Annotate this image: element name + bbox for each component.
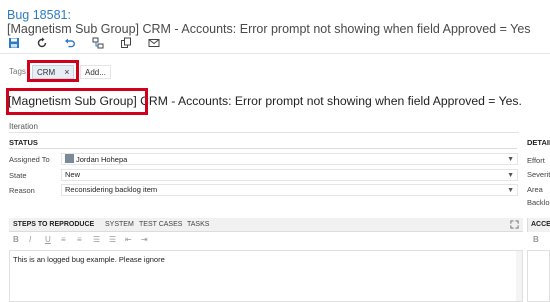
- underline-button[interactable]: U: [45, 235, 51, 244]
- email-button[interactable]: [146, 35, 162, 51]
- reason-label: Reason: [9, 186, 35, 195]
- email-icon: [148, 39, 160, 47]
- scrollbar[interactable]: [516, 251, 522, 301]
- formatting-toolbar: B I U ≡ ≡ ☰ ☰ ⇤ ⇥: [9, 235, 523, 247]
- state-value: New: [65, 170, 81, 179]
- bold-button[interactable]: B: [13, 235, 19, 244]
- state-field[interactable]: New ▼: [61, 169, 518, 181]
- bullet-list-button[interactable]: ≡: [61, 235, 66, 244]
- state-label: State: [9, 171, 27, 180]
- details-header: DETAIL: [527, 138, 550, 147]
- italic-button[interactable]: I: [29, 235, 31, 244]
- tags-label: Tags: [9, 67, 26, 76]
- area-label: Area: [527, 185, 543, 194]
- state-row: State New ▼: [9, 169, 521, 181]
- tab-acceptance-criteria[interactable]: ACCEP: [527, 218, 550, 232]
- acceptance-editor[interactable]: [527, 250, 550, 302]
- backlog-label: Backlo: [527, 198, 550, 207]
- link-work-item-button[interactable]: [90, 35, 106, 51]
- reason-value: Reconsidering backlog item: [65, 185, 158, 194]
- tab-tasks[interactable]: TASKS: [187, 221, 209, 228]
- chevron-down-icon[interactable]: ▼: [507, 155, 514, 165]
- work-item-title-bar: Bug 18581: [Magnetism Sub Group] CRM - A…: [0, 0, 550, 36]
- steps-editor[interactable]: This is an logged bug example. Please ig…: [9, 250, 523, 302]
- expand-icon[interactable]: [510, 220, 519, 229]
- steps-content: This is an logged bug example. Please ig…: [13, 255, 165, 264]
- effort-label: Effort: [527, 156, 545, 165]
- assigned-to-label: Assigned To: [9, 155, 50, 164]
- undo-icon: [65, 38, 75, 48]
- add-tag-button[interactable]: Add...: [80, 65, 111, 79]
- status-header: STATUS: [9, 138, 38, 147]
- reason-field[interactable]: Reconsidering backlog item ▼: [61, 184, 518, 196]
- tab-steps-to-reproduce[interactable]: STEPS TO REPRODUCE: [13, 221, 94, 228]
- assigned-to-field[interactable]: Jordan Hohepa ▼: [61, 153, 518, 165]
- title-highlight-box: [6, 88, 148, 115]
- tab-system[interactable]: SYSTEM: [105, 221, 134, 228]
- toolbar: [0, 32, 550, 54]
- iteration-label: Iteration: [9, 122, 38, 131]
- steps-tab-bar: STEPS TO REPRODUCE SYSTEM TEST CASES TAS…: [9, 218, 523, 232]
- acceptance-bold-button[interactable]: B: [533, 235, 539, 244]
- iteration-field[interactable]: [9, 132, 519, 133]
- bug-id: Bug 18581:: [7, 8, 71, 22]
- status-divider: [9, 148, 517, 149]
- reason-row: Reason Reconsidering backlog item ▼: [9, 184, 521, 196]
- chevron-down-icon[interactable]: ▼: [507, 171, 514, 181]
- align-button[interactable]: ☰: [93, 235, 100, 244]
- save-button[interactable]: [6, 35, 22, 51]
- justify-button[interactable]: ☰: [109, 235, 116, 244]
- link-icon: [92, 37, 104, 49]
- save-icon: [9, 38, 19, 48]
- refresh-button[interactable]: [34, 35, 50, 51]
- tag-highlight-box: [27, 60, 79, 82]
- tags-row: Tags CRM × Add...: [0, 62, 550, 82]
- copy-icon: [121, 37, 131, 48]
- severity-label: Severit: [527, 170, 550, 179]
- refresh-icon: [37, 37, 47, 48]
- outdent-button[interactable]: ⇤: [125, 235, 132, 244]
- copy-button[interactable]: [118, 35, 134, 51]
- numbered-list-button[interactable]: ≡: [77, 235, 82, 244]
- chevron-down-icon[interactable]: ▼: [507, 186, 514, 196]
- indent-button[interactable]: ⇥: [141, 235, 148, 244]
- title-rest: CRM - Accounts: Error prompt not showing…: [136, 94, 522, 108]
- assigned-to-row: Assigned To Jordan Hohepa ▼: [9, 153, 521, 165]
- avatar: [65, 154, 74, 163]
- undo-button[interactable]: [62, 35, 78, 51]
- assigned-to-value: Jordan Hohepa: [76, 155, 128, 164]
- tab-test-cases[interactable]: TEST CASES: [139, 221, 182, 228]
